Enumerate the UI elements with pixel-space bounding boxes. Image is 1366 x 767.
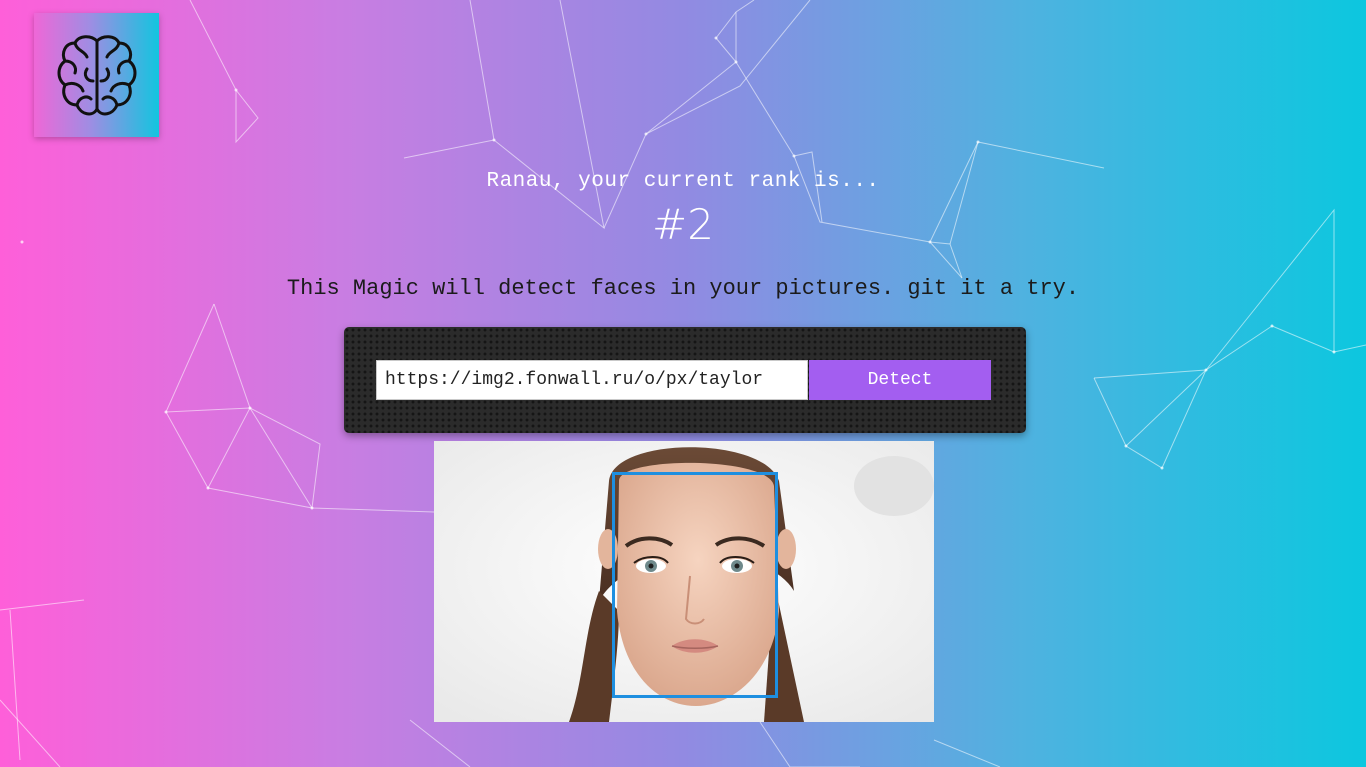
image-url-input[interactable] [376,360,808,400]
logo[interactable] [34,13,159,137]
result-image [434,441,934,722]
tagline: This Magic will detect faces in your pic… [286,276,1080,301]
brain-icon [57,35,136,116]
rank-value: #2 [652,200,714,249]
detect-button[interactable]: Detect [809,360,991,400]
rank-greeting: Ranau, your current rank is... [486,170,880,193]
face-detection-box [612,472,778,698]
